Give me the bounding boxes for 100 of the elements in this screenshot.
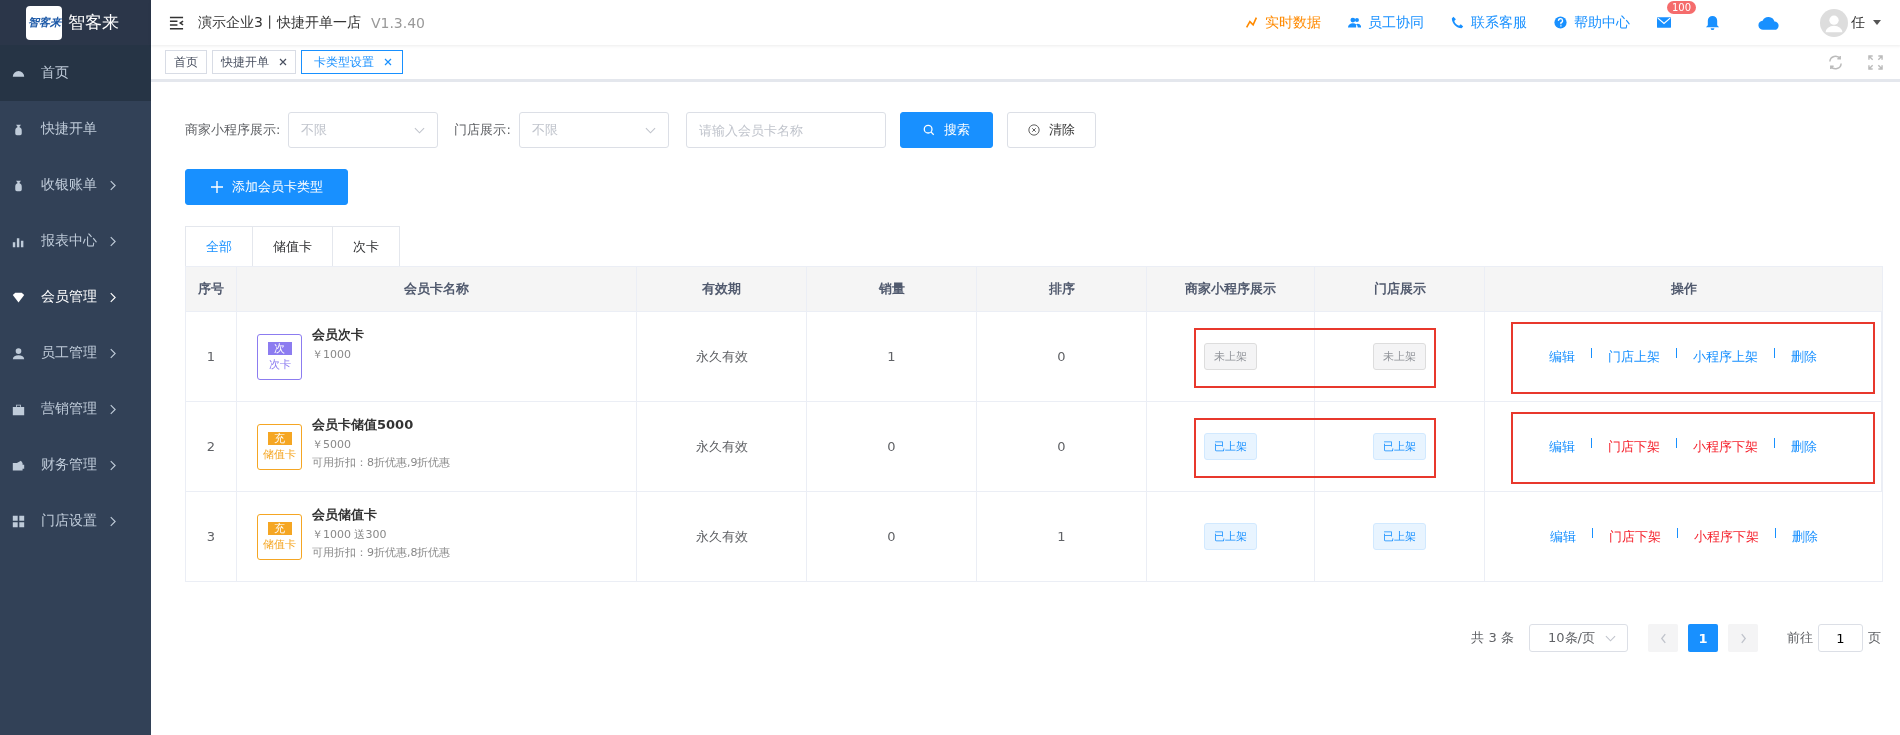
sidebar-item[interactable]: 营销管理: [0, 381, 151, 437]
action-link[interactable]: 门店上架: [1602, 347, 1666, 366]
goto-page-input[interactable]: 1: [1818, 624, 1863, 652]
status-tag: 未上架: [1373, 343, 1426, 370]
chevron-right-icon: [109, 515, 116, 527]
validity-text: 永久有效: [695, 527, 748, 546]
column-header: 销量: [807, 267, 977, 311]
status-tag: 已上架: [1373, 523, 1426, 550]
header-link[interactable]: 实时数据: [1245, 13, 1321, 32]
add-card-type-button[interactable]: 添加会员卡类型: [185, 169, 348, 205]
filter-label: 门店展示:: [454, 121, 511, 139]
mail-icon[interactable]: [1657, 17, 1671, 28]
header-link[interactable]: 联系客服: [1451, 13, 1527, 32]
search-icon: [922, 124, 935, 136]
sidebar-item[interactable]: 报表中心: [0, 213, 151, 269]
close-icon[interactable]: [279, 58, 287, 66]
discount-text: 可用折扣：9折优惠,8折优惠: [312, 545, 451, 560]
sidebar-item[interactable]: 会员管理: [0, 269, 151, 325]
status-tag: 已上架: [1373, 433, 1426, 460]
page-number[interactable]: 1: [1688, 624, 1718, 652]
column-header: 商家小程序展示: [1147, 267, 1315, 311]
action-link[interactable]: 删除: [1785, 347, 1823, 366]
action-link[interactable]: 小程序上架: [1687, 347, 1764, 366]
chevron-right-icon: [109, 179, 116, 191]
help-icon: [1554, 16, 1567, 29]
column-header: 排序: [977, 267, 1147, 311]
money-bag-icon: [12, 122, 25, 136]
action-link[interactable]: 门店下架: [1602, 527, 1667, 546]
sidebar-item[interactable]: 财务管理: [0, 437, 151, 493]
diamond-icon: [12, 290, 25, 304]
grid-icon: [12, 514, 25, 528]
phone-icon: [1451, 16, 1464, 29]
menu-icon[interactable]: [169, 15, 184, 30]
action-link[interactable]: 删除: [1785, 527, 1824, 546]
page-tab[interactable]: 卡类型设置: [301, 50, 403, 74]
page-suffix: 页: [1868, 629, 1881, 647]
goto-label: 前往: [1787, 629, 1813, 647]
chevron-right-icon: [109, 347, 116, 359]
filter-label: 商家小程序展示:: [185, 121, 281, 139]
column-header: 序号: [186, 267, 237, 311]
refresh-icon[interactable]: [1828, 54, 1843, 70]
card-price: ￥1000 送300: [312, 527, 388, 542]
chevron-right-icon: [109, 291, 116, 303]
row-number: 3: [206, 529, 216, 544]
chevron-down-icon: [644, 126, 656, 134]
notification-badge: 100: [1667, 1, 1697, 14]
company-title: 演示企业3丨快捷开单一店: [198, 13, 361, 32]
sort-order: 0: [1057, 439, 1066, 454]
action-link[interactable]: 删除: [1785, 437, 1823, 456]
card-name: 会员储值卡: [312, 506, 378, 524]
chevron-right-icon: [109, 459, 116, 471]
sidebar-item[interactable]: 员工管理: [0, 325, 151, 381]
briefcase-icon: [12, 402, 25, 416]
money-bag-icon: [12, 178, 25, 192]
sidebar-item[interactable]: 门店设置: [0, 493, 151, 549]
card-name: 会员卡储值5000: [312, 416, 415, 434]
bell-icon[interactable]: [1705, 15, 1720, 30]
action-link[interactable]: 小程序下架: [1687, 437, 1764, 456]
row-number: 2: [206, 439, 216, 454]
cloud-icon[interactable]: [1758, 15, 1780, 30]
card-type-tab[interactable]: 储值卡: [253, 226, 333, 266]
caret-icon[interactable]: [1873, 20, 1881, 25]
action-link[interactable]: 门店下架: [1602, 437, 1666, 456]
page-tab[interactable]: 快捷开单: [212, 50, 296, 74]
header-link[interactable]: 员工协同: [1348, 13, 1424, 32]
column-header: 有效期: [637, 267, 807, 311]
status-tag: 已上架: [1204, 433, 1257, 460]
header-link[interactable]: 帮助中心: [1554, 13, 1630, 32]
action-link[interactable]: 编辑: [1543, 347, 1581, 366]
users-icon: [1348, 16, 1361, 29]
wallet-icon: [12, 458, 25, 472]
sales-count: 1: [887, 349, 896, 364]
action-link[interactable]: 编辑: [1543, 437, 1581, 456]
sidebar-item[interactable]: 收银账单: [0, 157, 151, 213]
page-tab[interactable]: 首页: [165, 50, 207, 74]
card-name-input[interactable]: 请输入会员卡名称: [685, 112, 886, 148]
person-icon: [12, 346, 25, 360]
action-link[interactable]: 编辑: [1543, 527, 1582, 546]
sales-count: 0: [887, 439, 896, 454]
fullscreen-icon[interactable]: [1868, 54, 1883, 70]
action-link[interactable]: 小程序下架: [1687, 527, 1765, 546]
user-name[interactable]: 任: [1851, 13, 1865, 32]
card-type-tab[interactable]: 次卡: [333, 226, 400, 266]
card-name: 会员次卡: [312, 326, 364, 344]
chevron-right-icon: [109, 235, 116, 247]
card-type-tab[interactable]: 全部: [185, 226, 253, 266]
chevron-right-icon: [1739, 632, 1747, 644]
sidebar-item[interactable]: 快捷开单: [0, 101, 151, 157]
logo-icon: 智客来: [26, 5, 62, 40]
app-name: 智客来: [68, 11, 119, 34]
search-button[interactable]: 搜索: [899, 112, 993, 148]
page-size-select[interactable]: 10条/页: [1529, 624, 1628, 652]
line-chart-icon: [1245, 16, 1258, 29]
total-count: 共 3 条: [1471, 629, 1514, 647]
sidebar-item[interactable]: 首页: [0, 45, 151, 101]
discount-text: 可用折扣：8折优惠,9折优惠: [312, 455, 451, 470]
version-label: V1.3.40: [370, 14, 426, 31]
chevron-left-icon: [1659, 632, 1667, 644]
clear-button[interactable]: 清除: [1006, 112, 1096, 148]
status-tag: 已上架: [1204, 523, 1257, 550]
